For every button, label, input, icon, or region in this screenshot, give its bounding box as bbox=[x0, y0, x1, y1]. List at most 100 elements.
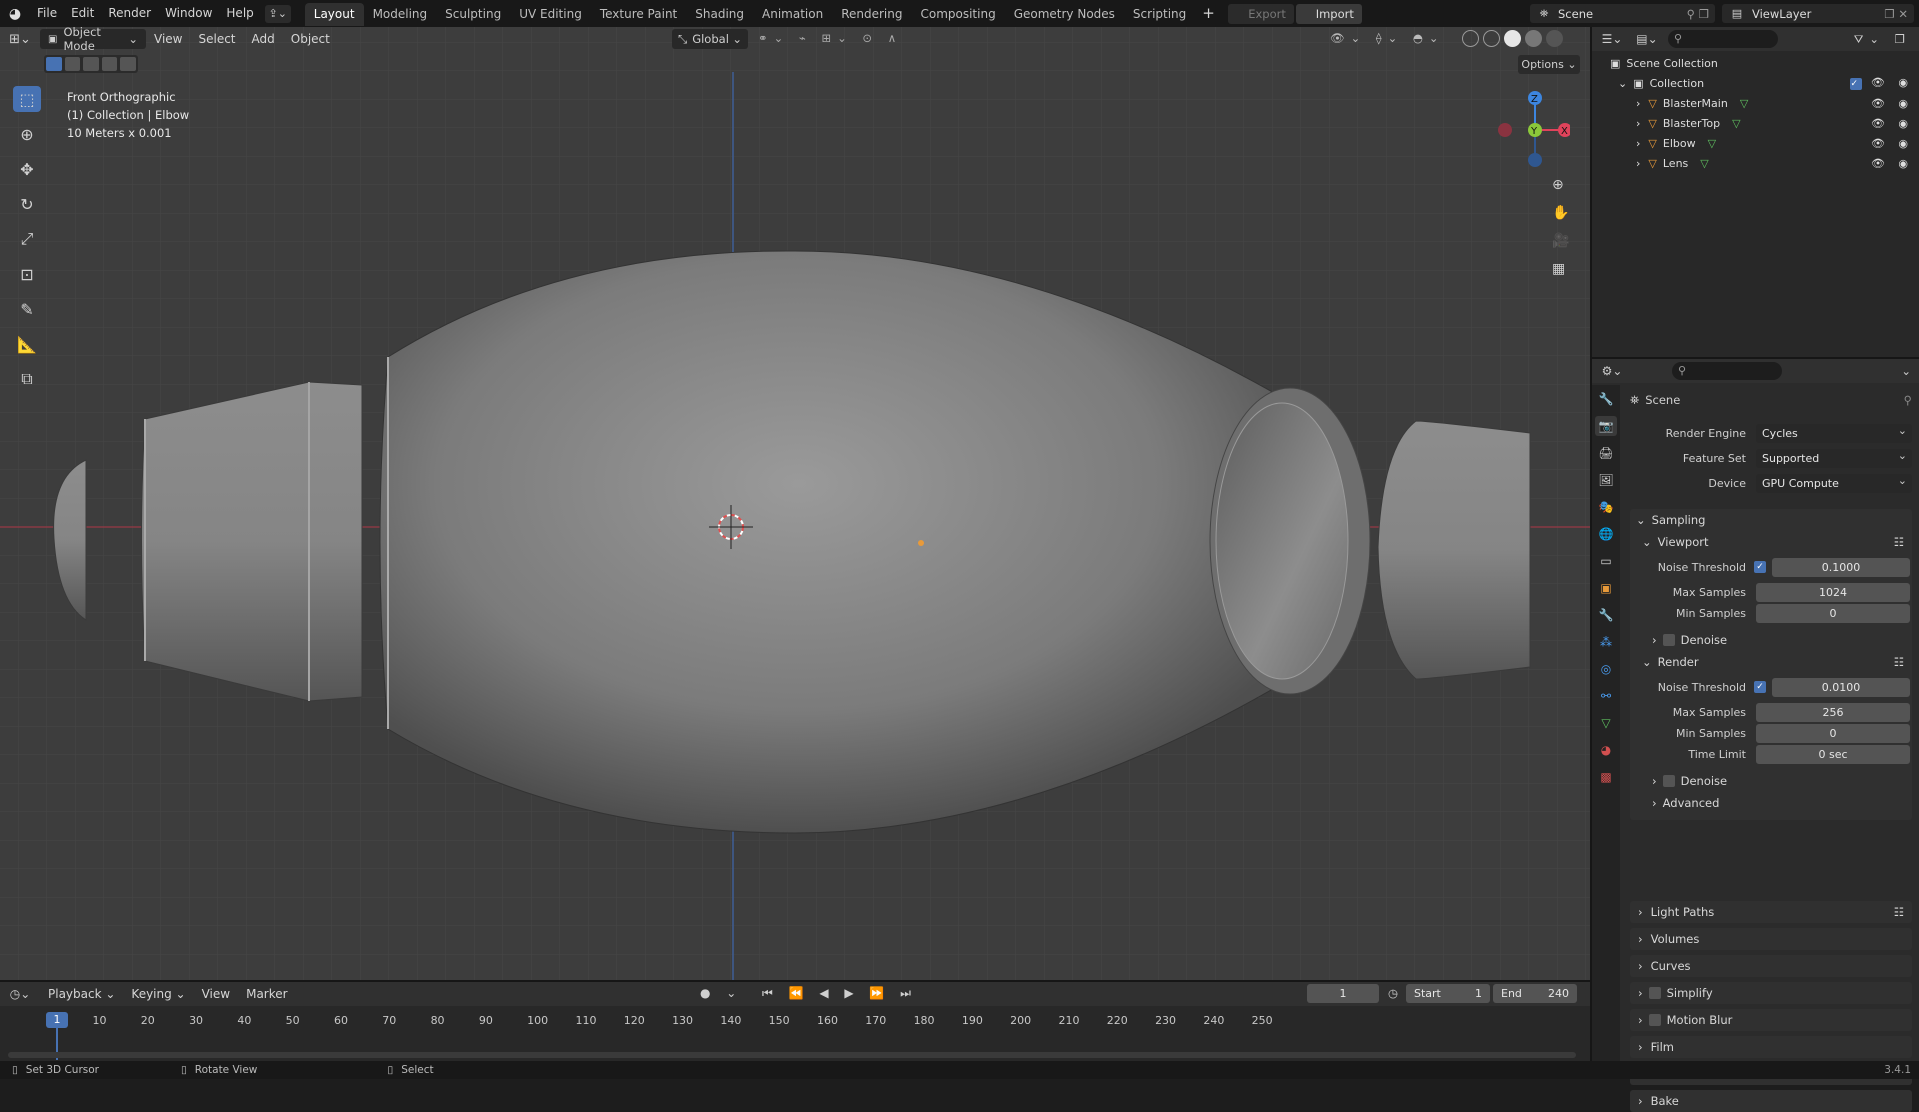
pan-hand-icon[interactable]: ✋ bbox=[1552, 205, 1569, 221]
viewport-min-samples-field[interactable]: 0 bbox=[1756, 603, 1910, 623]
blender-logo-icon[interactable]: ◕ bbox=[0, 6, 30, 22]
export-button[interactable]: Export bbox=[1227, 3, 1294, 24]
tab-animation[interactable]: Animation bbox=[753, 3, 832, 26]
outliner-item-elbow[interactable]: › ▽ Elbow ▽ 👁 ◉ bbox=[1636, 135, 1913, 151]
menu-view[interactable]: View bbox=[146, 32, 190, 46]
physics-tab-icon[interactable]: ◎ bbox=[1595, 659, 1617, 679]
pin-icon[interactable]: ⚲ ❐ bbox=[1687, 7, 1709, 21]
render-engine-dropdown[interactable]: Cycles bbox=[1756, 421, 1912, 443]
sampling-panel-header[interactable]: ⌄ Sampling bbox=[1630, 509, 1912, 531]
annotate-tool-icon[interactable]: ✎ bbox=[13, 296, 41, 322]
render-denoise-header[interactable]: › Denoise bbox=[1630, 770, 1912, 792]
denoise-checkbox[interactable] bbox=[1662, 775, 1675, 787]
presets-icon[interactable]: ☷ bbox=[1894, 651, 1904, 673]
scene-tab-icon[interactable]: 🎭 bbox=[1595, 497, 1617, 517]
world-tab-icon[interactable]: 🌐 bbox=[1595, 524, 1617, 544]
solid-shading-icon[interactable] bbox=[1504, 30, 1521, 47]
menu-render[interactable]: Render bbox=[101, 0, 158, 27]
outliner-search-input[interactable]: ⚲ bbox=[1668, 30, 1778, 48]
navigation-gizmo[interactable]: Z X Y bbox=[1490, 85, 1570, 175]
tab-compositing[interactable]: Compositing bbox=[911, 3, 1004, 26]
start-frame-field[interactable]: Start 1 bbox=[1406, 984, 1490, 1003]
playback-controls[interactable]: ● ⌄ ⏮ ⏪ ◀ ▶ ⏩ ⏭ bbox=[700, 986, 917, 1001]
editor-type-icon[interactable]: ⊞⌄ bbox=[0, 32, 40, 47]
tab-sculpting[interactable]: Sculpting bbox=[436, 3, 510, 26]
viewport-max-samples-field[interactable]: 1024 bbox=[1756, 582, 1910, 602]
menu-keying[interactable]: Keying ⌄ bbox=[123, 987, 193, 1001]
view-layer-selector[interactable]: ▤ ViewLayer ❐ ✕ bbox=[1722, 4, 1914, 23]
properties-search-input[interactable]: ⚲ bbox=[1672, 362, 1782, 380]
filter-icon[interactable]: ⛛⌄ ❐ bbox=[1854, 32, 1911, 47]
visibility-toggles[interactable]: ✓ 👁 ◉ bbox=[1850, 76, 1913, 90]
object-tab-icon[interactable]: ▣ bbox=[1595, 578, 1617, 598]
measure-tool-icon[interactable]: 📐 bbox=[13, 331, 41, 357]
menu-edit[interactable]: Edit bbox=[64, 0, 101, 27]
scale-tool-icon[interactable]: ⤢ bbox=[13, 226, 41, 252]
orientation-selector[interactable]: ⤡ Global ⌄ bbox=[672, 29, 748, 49]
add-workspace-icon[interactable]: + bbox=[1195, 0, 1222, 27]
presets-icon[interactable]: ☷ bbox=[1894, 531, 1904, 553]
display-mode-icon[interactable]: ▤⌄ bbox=[1632, 32, 1662, 46]
noise-threshold-checkbox[interactable]: ✓ bbox=[1754, 681, 1766, 693]
visibility-toggles[interactable]: 👁 ◉ bbox=[1871, 117, 1913, 130]
material-shading-icon[interactable] bbox=[1525, 30, 1542, 47]
transform-tool-icon[interactable]: ⊡ bbox=[13, 261, 41, 287]
properties-editor-icon[interactable]: ⚙⌄ bbox=[1592, 364, 1632, 378]
rotate-tool-icon[interactable]: ↻ bbox=[13, 191, 41, 217]
output-tab-icon[interactable]: 🖨 bbox=[1595, 443, 1617, 463]
expand-icon[interactable]: › bbox=[1636, 97, 1640, 110]
select-box-icon[interactable]: ⬚ bbox=[13, 86, 41, 112]
presets-icon[interactable]: ☷ bbox=[1894, 901, 1904, 923]
modifier-tab-icon[interactable]: 🔧 bbox=[1595, 605, 1617, 625]
advanced-subpanel-header[interactable]: › Advanced bbox=[1630, 792, 1912, 814]
light-paths-panel[interactable]: › Light Paths ☷ bbox=[1630, 901, 1912, 923]
scene-selector[interactable]: ⛯ Scene ⚲ ❐ bbox=[1530, 4, 1715, 23]
tab-shading[interactable]: Shading bbox=[686, 3, 753, 26]
xray-icon[interactable] bbox=[1462, 30, 1479, 47]
expand-icon[interactable]: ⌄ bbox=[1618, 77, 1627, 90]
viewport-subpanel-header[interactable]: ⌄ Viewport ☷ bbox=[1630, 531, 1912, 553]
visibility-toggles[interactable]: 👁 ◉ bbox=[1871, 137, 1913, 150]
curves-panel[interactable]: › Curves bbox=[1630, 955, 1912, 977]
end-frame-field[interactable]: End 240 bbox=[1493, 984, 1577, 1003]
device-dropdown[interactable]: GPU Compute bbox=[1756, 471, 1912, 493]
time-limit-field[interactable]: 0 sec bbox=[1756, 744, 1910, 764]
select-invert-icon[interactable] bbox=[101, 57, 118, 71]
select-intersect-icon[interactable] bbox=[120, 57, 136, 71]
move-tool-icon[interactable]: ✥ bbox=[13, 156, 41, 182]
timeline-scrollbar[interactable] bbox=[8, 1052, 1576, 1058]
scene-collection-row[interactable]: ▣ Scene Collection bbox=[1610, 55, 1718, 71]
tab-scripting[interactable]: Scripting bbox=[1124, 3, 1195, 26]
simplify-checkbox[interactable] bbox=[1648, 987, 1661, 999]
render-max-samples-field[interactable]: 256 bbox=[1756, 702, 1910, 722]
collection-row[interactable]: ⌄ ▣ Collection ✓ 👁 ◉ bbox=[1618, 75, 1913, 91]
3d-viewport[interactable]: ⊞⌄ ▣ Object Mode ⌄ View Select Add Objec… bbox=[0, 27, 1590, 980]
expand-icon[interactable]: › bbox=[1636, 157, 1640, 170]
menu-window[interactable]: Window bbox=[158, 0, 219, 27]
particles-tab-icon[interactable]: ⁂ bbox=[1595, 632, 1617, 652]
menu-playback[interactable]: Playback ⌄ bbox=[40, 987, 123, 1001]
tab-uv-editing[interactable]: UV Editing bbox=[510, 3, 591, 26]
motion-blur-checkbox[interactable] bbox=[1648, 1014, 1661, 1026]
tab-modeling[interactable]: Modeling bbox=[364, 3, 437, 26]
view-layer-tab-icon[interactable]: 🖼 bbox=[1595, 470, 1617, 490]
select-subtract-icon[interactable] bbox=[83, 57, 99, 71]
clock-icon[interactable]: ◷ bbox=[1388, 986, 1398, 1000]
ortho-grid-icon[interactable]: ▦ bbox=[1552, 261, 1569, 277]
expand-icon[interactable]: › bbox=[1636, 117, 1640, 130]
viewport-gizmo-toggles[interactable]: 👁⌄ ⟠⌄ ◓⌄ bbox=[1330, 31, 1445, 45]
shading-buttons[interactable] bbox=[1462, 30, 1563, 47]
viewport-noise-threshold-field[interactable]: 0.1000 bbox=[1772, 557, 1910, 577]
wireframe-shading-icon[interactable] bbox=[1483, 30, 1500, 47]
new-view-layer-icon[interactable]: ❐ ✕ bbox=[1884, 7, 1908, 21]
current-frame-field[interactable]: 1 bbox=[1307, 984, 1379, 1003]
tab-geometry-nodes[interactable]: Geometry Nodes bbox=[1005, 3, 1124, 26]
outliner-item-blastertop[interactable]: › ▽ BlasterTop ▽ 👁 ◉ bbox=[1636, 115, 1913, 131]
menu-select[interactable]: Select bbox=[190, 32, 243, 46]
timeline-editor-icon[interactable]: ◷⌄ bbox=[0, 987, 40, 1001]
constraints-tab-icon[interactable]: ⚯ bbox=[1595, 686, 1617, 706]
frame-ruler[interactable]: 10 20 30 40 50 60 70 80 90 100 110 120 130 140 150 160 1… bbox=[0, 1014, 1580, 1034]
snap-tools[interactable]: ⚭⌄ ⌁ ⊞⌄ ⊙ ∧ bbox=[758, 31, 902, 45]
camera-view-icon[interactable]: 🎥 bbox=[1552, 233, 1569, 249]
expand-icon[interactable]: › bbox=[1636, 137, 1640, 150]
